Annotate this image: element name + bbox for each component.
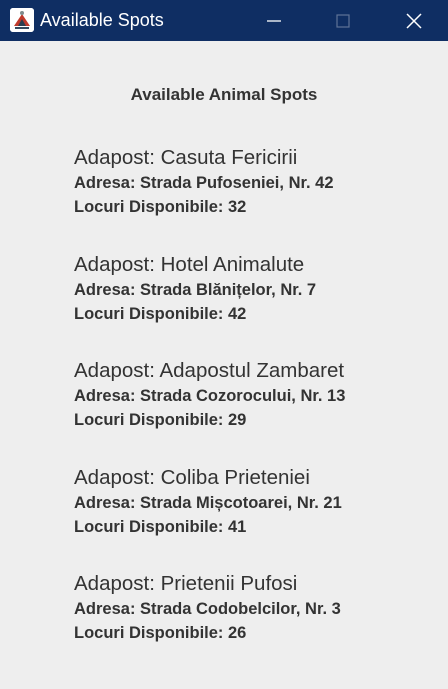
maximize-icon (336, 13, 350, 28)
shelter-available-spots: Locuri Disponibile: 42 (74, 304, 247, 323)
close-icon (406, 12, 422, 29)
shelter-list: Adapost: Casuta Fericirii Adresa: Strada… (74, 145, 444, 678)
shelter-item: Adapost: Coliba Prieteniei Adresa: Strad… (74, 465, 444, 572)
shelter-item: Adapost: Hotel Animalute Adresa: Strada … (74, 252, 444, 359)
shelter-address: Adresa: Strada Pufoseniei, Nr. 42 (74, 174, 334, 192)
shelter-address: Adresa: Strada Blănițelor, Nr. 7 (74, 280, 317, 299)
content-panel: Available Animal Spots Adapost: Casuta F… (0, 41, 448, 689)
shelter-available-spots: Locuri Disponibile: 29 (74, 411, 247, 429)
shelter-address: Adresa: Strada Mișcotoarei, Nr. 21 (74, 493, 342, 512)
shelter-name: Adapost: Adapostul Zambaret (74, 359, 345, 382)
java-app-icon (10, 8, 34, 32)
shelter-name: Adapost: Hotel Animalute (74, 252, 305, 276)
shelter-item: Adapost: Casuta Fericirii Adresa: Strada… (74, 145, 444, 252)
app-window: Available Spots Available Animal Spots A… (0, 0, 448, 689)
shelter-available-spots: Locuri Disponibile: 41 (74, 517, 247, 536)
shelter-name: Adapost: Prietenii Pufosi (74, 572, 298, 595)
minimize-icon (267, 19, 281, 22)
shelter-address: Adresa: Strada Codobelcilor, Nr. 3 (74, 600, 341, 618)
shelter-available-spots: Locuri Disponibile: 26 (74, 624, 247, 642)
shelter-address: Adresa: Strada Cozorocului, Nr. 13 (74, 387, 346, 405)
shelter-available-spots: Locuri Disponibile: 32 (74, 198, 247, 216)
title-bar[interactable]: Available Spots (0, 0, 448, 41)
shelter-name: Adapost: Coliba Prieteniei (74, 465, 310, 489)
shelter-item: Adapost: Prietenii Pufosi Adresa: Strada… (74, 571, 444, 678)
maximize-button (320, 0, 366, 41)
close-button[interactable] (391, 0, 437, 41)
window-title: Available Spots (40, 10, 164, 30)
page-title: Available Animal Spots (130, 85, 318, 104)
minimize-button[interactable] (251, 0, 297, 41)
shelter-item: Adapost: Adapostul Zambaret Adresa: Stra… (74, 358, 444, 465)
shelter-name: Adapost: Casuta Fericirii (74, 146, 298, 169)
